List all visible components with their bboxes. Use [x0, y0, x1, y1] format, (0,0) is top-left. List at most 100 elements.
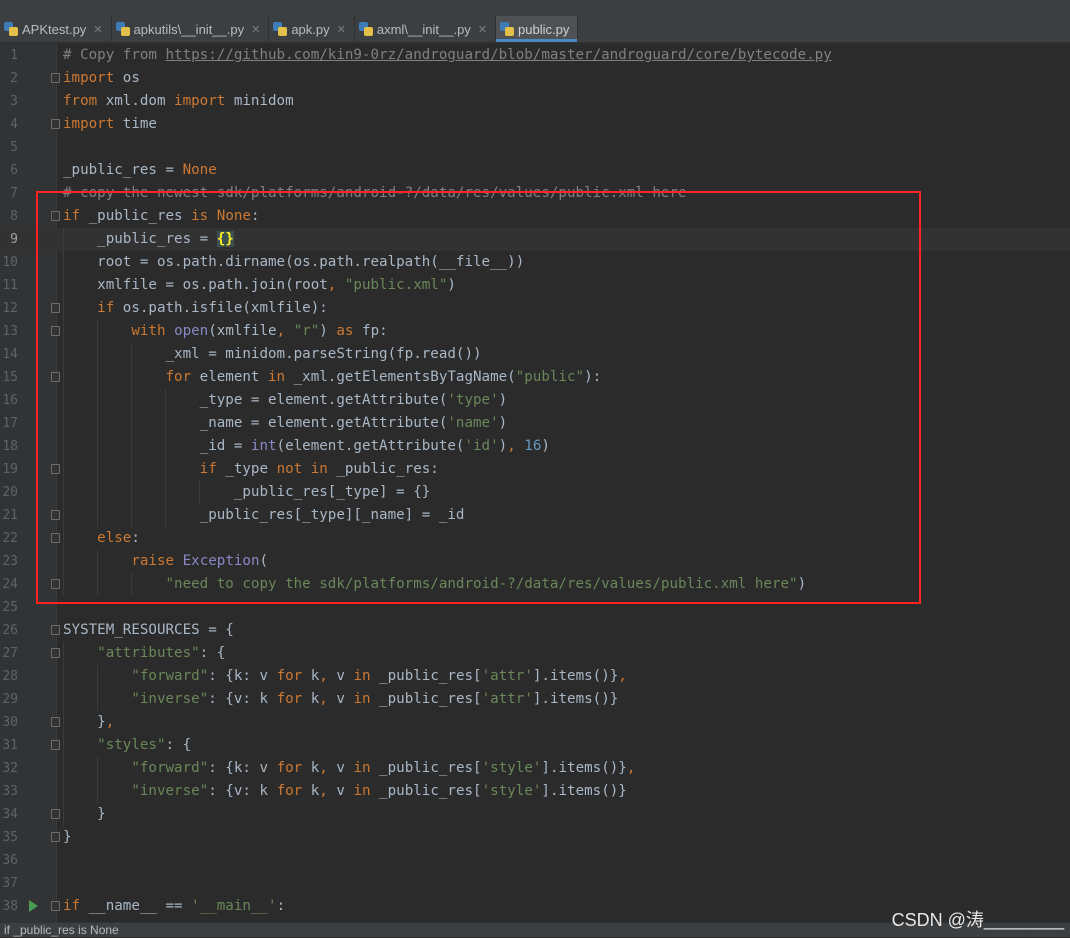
code-line[interactable]: 36: [0, 849, 1070, 872]
close-icon[interactable]: ✕: [337, 23, 346, 36]
fold-marker-icon[interactable]: [51, 832, 60, 842]
fold-marker-icon[interactable]: [51, 510, 60, 520]
code-line[interactable]: 30 },: [0, 711, 1070, 734]
fold-marker-icon[interactable]: [51, 119, 60, 129]
code-line[interactable]: 28 "forward": {k: v for k, v in _public_…: [0, 665, 1070, 688]
close-icon[interactable]: ✕: [251, 23, 260, 36]
code-line[interactable]: 24 "need to copy the sdk/platforms/andro…: [0, 573, 1070, 596]
code-line[interactable]: 15 for element in _xml.getElementsByTagN…: [0, 366, 1070, 389]
code-text: }: [63, 803, 106, 826]
code-line[interactable]: 10 root = os.path.dirname(os.path.realpa…: [0, 251, 1070, 274]
code-token: from: [63, 93, 98, 109]
fold-marker-icon[interactable]: [51, 717, 60, 727]
code-text: "need to copy the sdk/platforms/android-…: [63, 573, 807, 596]
fold-marker-icon[interactable]: [51, 901, 60, 911]
code-token: ].items()}: [541, 760, 627, 776]
code-token: None: [216, 208, 251, 224]
code-line[interactable]: 32 "forward": {k: v for k, v in _public_…: [0, 757, 1070, 780]
code-line[interactable]: 17 _name = element.getAttribute('name'): [0, 412, 1070, 435]
fold-marker-icon[interactable]: [51, 372, 60, 382]
watermark: CSDN @涛________: [891, 910, 1064, 930]
code-line[interactable]: 35}: [0, 826, 1070, 849]
code-line[interactable]: 22 else:: [0, 527, 1070, 550]
code-line[interactable]: 11 xmlfile = os.path.join(root, "public.…: [0, 274, 1070, 297]
code-line[interactable]: 13 with open(xmlfile, "r") as fp:: [0, 320, 1070, 343]
code-line[interactable]: 12 if os.path.isfile(xmlfile):: [0, 297, 1070, 320]
code-token: "inverse": [131, 783, 209, 799]
code-token: : {k: v: [208, 760, 277, 776]
fold-marker-icon[interactable]: [51, 579, 60, 589]
code-text: import time: [63, 113, 157, 136]
code-line[interactable]: 23 raise Exception(: [0, 550, 1070, 573]
code-line[interactable]: 8 if _public_res is None:: [0, 205, 1070, 228]
line-number: 4: [10, 117, 18, 132]
code-line[interactable]: 18 _id = int(element.getAttribute('id'),…: [0, 435, 1070, 458]
code-token: import: [63, 116, 115, 132]
code-line[interactable]: 9 _public_res = {}: [0, 228, 1070, 251]
code-token: ): [498, 392, 508, 408]
code-token: import: [63, 70, 115, 86]
code-token: v: [336, 760, 354, 776]
code-line[interactable]: 31 "styles": {: [0, 734, 1070, 757]
python-file-icon: [500, 22, 515, 36]
code-token: _id =: [63, 438, 251, 454]
fold-marker-icon[interactable]: [51, 73, 60, 83]
code-token: root = os.path.dirname(os.path.realpath(…: [63, 254, 525, 270]
close-icon[interactable]: ✕: [93, 23, 102, 36]
code-line[interactable]: 33 "inverse": {v: k for k, v in _public_…: [0, 780, 1070, 803]
code-line[interactable]: 5: [0, 136, 1070, 159]
code-token: in: [353, 691, 371, 707]
code-line[interactable]: 14 _xml = minidom.parseString(fp.read()): [0, 343, 1070, 366]
code-editor[interactable]: 1 # Copy from https://github.com/kin9-0rz…: [0, 43, 1070, 922]
code-line[interactable]: 16 _type = element.getAttribute('type'): [0, 389, 1070, 412]
code-text: _xml = minidom.parseString(fp.read()): [63, 343, 481, 366]
code-line[interactable]: 20 _public_res[_type] = {}: [0, 481, 1070, 504]
code-line[interactable]: 1 # Copy from https://github.com/kin9-0rz…: [0, 44, 1070, 67]
code-line[interactable]: 19 if _type not in _public_res:: [0, 458, 1070, 481]
code-token: for: [276, 783, 303, 799]
code-line[interactable]: 27 "attributes": {: [0, 642, 1070, 665]
fold-marker-icon[interactable]: [51, 809, 60, 819]
code-token: ): [447, 277, 456, 293]
tab-0[interactable]: APKtest.py ✕: [0, 16, 112, 42]
fold-marker-icon[interactable]: [51, 533, 60, 543]
code-line[interactable]: 29 "inverse": {v: k for k, v in _public_…: [0, 688, 1070, 711]
code-line[interactable]: 6 _public_res = None: [0, 159, 1070, 182]
fold-marker-icon[interactable]: [51, 625, 60, 635]
code-token: "r": [293, 323, 320, 339]
tab-2[interactable]: apk.py ✕: [269, 16, 355, 42]
close-icon[interactable]: ✕: [478, 23, 487, 36]
fold-marker-icon[interactable]: [51, 211, 60, 221]
code-token: as: [336, 323, 354, 339]
code-line[interactable]: 37: [0, 872, 1070, 895]
code-line[interactable]: 2 import os: [0, 67, 1070, 90]
tab-4[interactable]: public.py: [496, 16, 579, 42]
code-token: 'style': [481, 783, 542, 799]
tab-3[interactable]: axml\__init__.py ✕: [355, 16, 497, 42]
code-line[interactable]: 3 from xml.dom import minidom: [0, 90, 1070, 113]
code-line[interactable]: 4 import time: [0, 113, 1070, 136]
python-file-icon: [115, 22, 130, 36]
fold-marker-icon[interactable]: [51, 740, 60, 750]
code-token: _public_res[_type][_name] = _id: [63, 507, 465, 523]
line-number: 20: [2, 485, 18, 500]
line-number: 16: [2, 393, 18, 408]
run-icon[interactable]: [29, 900, 38, 912]
code-line[interactable]: 21 _public_res[_type][_name] = _id: [0, 504, 1070, 527]
tab-1[interactable]: apkutils\__init__.py ✕: [112, 16, 270, 42]
fold-marker-icon[interactable]: [51, 464, 60, 474]
fold-marker-icon[interactable]: [51, 648, 60, 658]
code-token: _type: [216, 461, 277, 477]
line-number: 37: [2, 876, 18, 891]
line-number: 32: [2, 761, 18, 776]
fold-marker-icon[interactable]: [51, 303, 60, 313]
editor-tab-bar: APKtest.py ✕ apkutils\__init__.py ✕ apk.py ✕ a…: [0, 16, 1070, 43]
code-line[interactable]: 25: [0, 596, 1070, 619]
code-line[interactable]: 34 }: [0, 803, 1070, 826]
code-text: SYSTEM_RESOURCES = {: [63, 619, 234, 642]
code-line[interactable]: 26 SYSTEM_RESOURCES = {: [0, 619, 1070, 642]
code-line[interactable]: 7 # copy the newest sdk/platforms/android…: [0, 182, 1070, 205]
fold-marker-icon[interactable]: [51, 326, 60, 336]
